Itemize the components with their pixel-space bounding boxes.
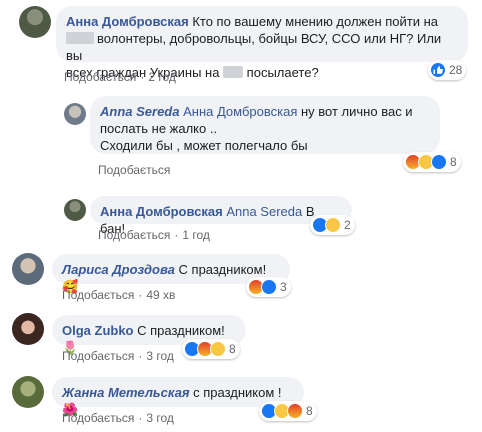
- comment-text: волонтеры, добровольцы, бойцы ВСУ, ССО и…: [66, 31, 442, 63]
- like-link[interactable]: Подобається: [98, 228, 170, 242]
- comment-meta: Подобається · 1 год: [98, 228, 210, 242]
- like-link[interactable]: Подобається: [98, 163, 170, 177]
- timestamp[interactable]: 49 хв: [146, 288, 175, 302]
- reactions-badge[interactable]: 28: [428, 60, 467, 80]
- comment-text: посылаете?: [243, 65, 319, 80]
- comment-meta: Подобається · 2 год: [64, 70, 176, 84]
- comment-meta: Подобається · 49 хв: [62, 288, 176, 302]
- reactions-badge[interactable]: 3: [246, 277, 291, 297]
- reaction-count: 8: [229, 342, 236, 356]
- timestamp[interactable]: 3 год: [146, 411, 174, 425]
- reactions-badge[interactable]: 8: [403, 152, 461, 172]
- reaction-count: 28: [449, 63, 463, 77]
- mention-link[interactable]: Анна Домбровская: [183, 104, 297, 119]
- timestamp[interactable]: 2 год: [148, 70, 176, 84]
- comment-author[interactable]: Olga Zubko: [62, 323, 134, 338]
- avatar[interactable]: [64, 199, 86, 221]
- like-link[interactable]: Подобається: [64, 70, 136, 84]
- comment-meta: Подобається: [98, 163, 170, 177]
- haha-icon: [210, 341, 226, 357]
- comment-author[interactable]: Жанна Метельская: [62, 385, 190, 400]
- comment-text: послать не жалко ..: [100, 121, 218, 136]
- mention-link[interactable]: Anna Sereda: [226, 204, 302, 219]
- comment-author[interactable]: Анна Домбровская: [100, 204, 223, 219]
- comment-text: Кто по вашему мнению должен пойти на: [192, 14, 439, 29]
- timestamp[interactable]: 1 год: [182, 228, 210, 242]
- reaction-count: 8: [450, 155, 457, 169]
- comment-bubble: Анна Домбровская Кто по вашему мнению до…: [56, 6, 468, 80]
- reaction-count: 3: [280, 280, 287, 294]
- reactions-badge[interactable]: 8: [182, 339, 240, 359]
- comment-text: ну вот лично вас и: [301, 104, 413, 119]
- comment-author[interactable]: Анна Домбровская: [66, 14, 189, 29]
- like-link[interactable]: Подобається: [62, 349, 134, 363]
- redacted-word: [223, 66, 244, 78]
- reactions-badge[interactable]: 8: [259, 401, 317, 421]
- like-icon: [261, 279, 277, 295]
- like-link[interactable]: Подобається: [62, 411, 134, 425]
- avatar[interactable]: [19, 6, 51, 38]
- comment-meta: Подобається · 3 год: [62, 349, 174, 363]
- avatar[interactable]: [12, 313, 44, 345]
- comment-author[interactable]: Anna Sereda: [100, 104, 179, 119]
- comment-meta: Подобається · 3 год: [62, 411, 174, 425]
- avatar[interactable]: [64, 103, 86, 125]
- avatar[interactable]: [12, 253, 44, 285]
- reaction-count: 2: [344, 218, 351, 232]
- comment-author[interactable]: Лариса Дроздова: [62, 262, 175, 277]
- wow-icon: [325, 217, 341, 233]
- reaction-count: 8: [306, 404, 313, 418]
- redacted-word: [66, 32, 94, 44]
- comment-text: Сходили бы , может полегчало бы: [100, 138, 308, 153]
- reactions-badge[interactable]: 2: [310, 215, 355, 235]
- timestamp[interactable]: 3 год: [146, 349, 174, 363]
- like-link[interactable]: Подобається: [62, 288, 134, 302]
- reply-bubble: Anna Sereda Анна Домбровская ну вот личн…: [90, 96, 440, 154]
- angry-icon: [287, 403, 303, 419]
- avatar[interactable]: [12, 376, 44, 408]
- like-icon: [430, 62, 446, 78]
- like-icon: [431, 154, 447, 170]
